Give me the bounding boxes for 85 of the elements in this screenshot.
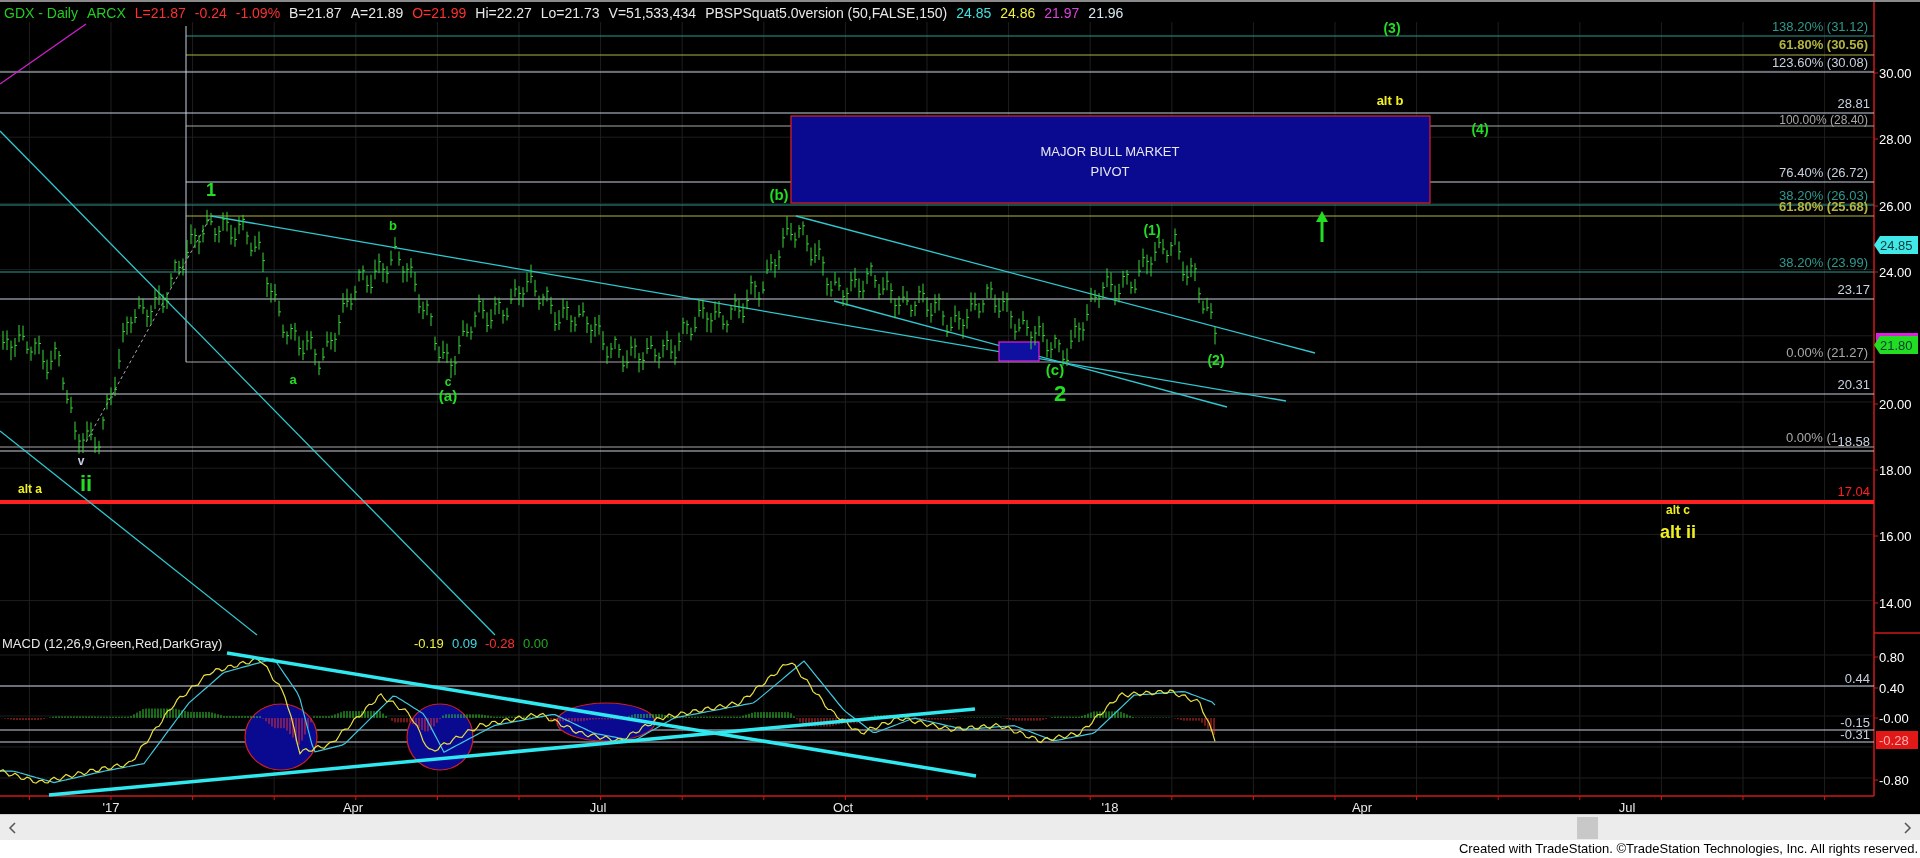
indicator-value: 0.09: [452, 636, 478, 651]
wave-label: alt c: [1666, 503, 1690, 517]
price-axis-label: 14.00: [1879, 596, 1912, 611]
pivot-zone-label: PIVOT: [1090, 164, 1130, 179]
wave-label: b: [389, 218, 397, 233]
quote-field: 21.96: [1088, 4, 1124, 22]
wave-label: alt ii: [1660, 522, 1696, 542]
wave-label: c: [444, 375, 452, 389]
wave-label: a: [289, 372, 297, 387]
scrollbar-thumb[interactable]: [1577, 816, 1598, 839]
level-label: 0.44: [1844, 671, 1870, 686]
time-axis-label: '18: [1101, 800, 1119, 814]
quote-field: L=21.87: [134, 4, 186, 22]
level-label: 100.00% (28.40): [1779, 113, 1868, 127]
quote-field: Lo=21.73: [540, 4, 600, 22]
time-axis-label: '17: [102, 800, 120, 814]
price-marker-label: 24.85: [1880, 238, 1913, 253]
quote-field: 21.97: [1044, 4, 1080, 22]
up-arrow-icon: [1316, 211, 1328, 242]
wave-label: v: [77, 454, 85, 468]
level-label: 17.04: [1837, 484, 1870, 499]
price-axis-label: 26.00: [1879, 199, 1912, 214]
indicator-axis-label: 0.80: [1879, 650, 1905, 665]
level-label: 20.31: [1837, 377, 1870, 392]
indicator-value: -0.19: [414, 636, 444, 651]
price-axis-label: 18.00: [1879, 463, 1912, 478]
wave-label: 2: [1053, 381, 1067, 406]
quote-field: 24.86: [1000, 4, 1036, 22]
wave-label: (a): [438, 387, 458, 404]
level-label: -0.31: [1840, 727, 1870, 742]
quote-field: Hi=22.27: [475, 4, 532, 22]
level-label: 23.17: [1837, 282, 1870, 297]
level-label: 76.40% (26.72): [1779, 165, 1868, 180]
wave-label: (2): [1207, 352, 1225, 368]
wave-label: 1: [206, 180, 216, 200]
indicator-axis-label: -0.00: [1879, 711, 1909, 726]
price-axis-label: 24.00: [1879, 265, 1912, 280]
level-label: 138.20% (31.12): [1771, 19, 1868, 34]
quote-field: A=21.89: [350, 4, 404, 22]
wave-label: alt b: [1376, 93, 1404, 108]
price-axis-label: 30.00: [1879, 66, 1912, 81]
quote-field: -0.24: [194, 4, 227, 22]
wave-label: (3): [1383, 20, 1401, 36]
level-label: 28.81: [1837, 96, 1870, 111]
wave-label: (4): [1471, 121, 1489, 137]
level-label: 18.58: [1837, 434, 1870, 449]
indicator-axis-label: 0.40: [1879, 681, 1905, 696]
quote-field: -1.09%: [235, 4, 281, 22]
time-axis-label: Jul: [589, 800, 607, 814]
indicator-title: MACD (12,26,9,Green,Red,DarkGray): [2, 636, 223, 651]
quote-field: 24.85: [956, 4, 992, 22]
time-axis-label: Jul: [1618, 800, 1636, 814]
indicator-value: 0.00: [523, 636, 549, 651]
indicator-axis-label: -0.80: [1879, 773, 1909, 788]
indicator-marker-label: -0.28: [1879, 733, 1909, 748]
quote-field: O=21.99: [412, 4, 467, 22]
small-zone-box: [998, 341, 1040, 362]
quote-field: ARCX: [86, 4, 126, 22]
level-label: 0.00% (1: [1785, 430, 1838, 445]
level-label: 0.00% (21.27): [1786, 345, 1868, 360]
quote-field: B=21.87: [289, 4, 342, 22]
price-axis-label: 16.00: [1879, 529, 1912, 544]
price-axis-label: 20.00: [1879, 397, 1912, 412]
time-axis-label: Apr: [1351, 800, 1373, 814]
wave-label: (b): [769, 186, 789, 203]
quote-field: V=51,533,434: [608, 4, 697, 22]
chevron-left-icon: [8, 821, 16, 834]
wave-label: alt a: [18, 482, 42, 496]
quote-field: PBSPSquat5.0version (50,FALSE,150): [705, 4, 948, 22]
symbol-label: GDX - Daily: [4, 4, 78, 22]
level-label: 38.20% (23.99): [1779, 255, 1868, 270]
indicator-value: -0.28: [485, 636, 515, 651]
time-axis-label: Apr: [342, 800, 364, 814]
copyright-text: Created with TradeStation. ©TradeStation Technologies, Inc. All rights reserved.: [1458, 841, 1918, 857]
level-label: 123.60% (30.08): [1771, 55, 1868, 70]
wave-label: (1): [1143, 222, 1161, 238]
wave-label: ii: [79, 471, 93, 496]
time-axis-label: Oct: [832, 800, 854, 814]
price-axis-label: 28.00: [1879, 132, 1912, 147]
wave-label: (c): [1045, 361, 1065, 378]
level-label: -0.15: [1840, 715, 1870, 730]
pivot-zone-label: MAJOR BULL MARKET: [1040, 144, 1180, 159]
price-marker-label: 21.80: [1880, 338, 1913, 353]
level-label: 61.80% (30.56): [1779, 37, 1868, 52]
chevron-right-icon: [1904, 821, 1912, 834]
